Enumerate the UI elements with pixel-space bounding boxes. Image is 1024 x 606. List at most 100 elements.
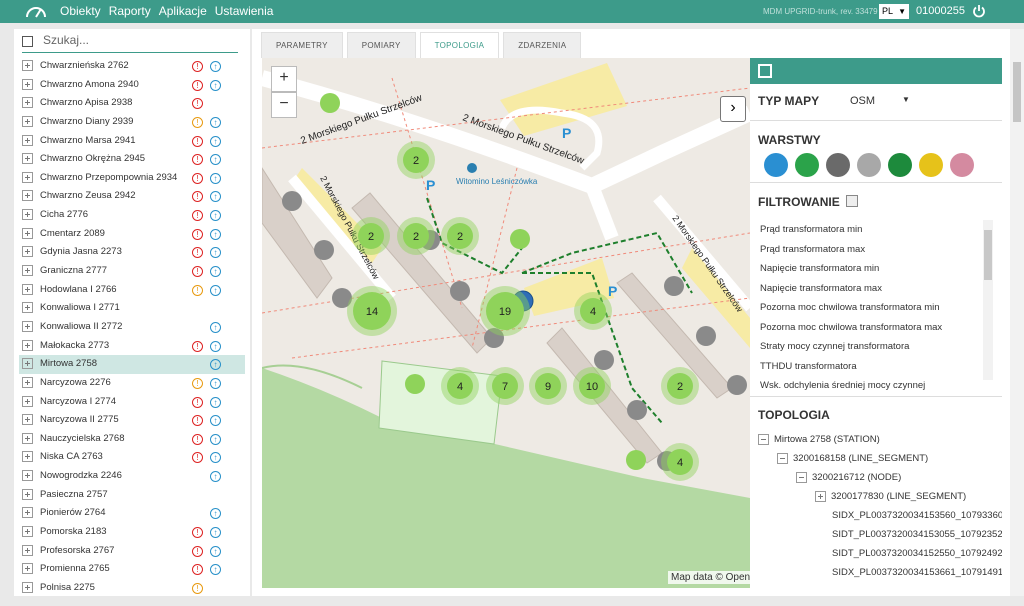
alert-icon[interactable]: !	[192, 210, 203, 222]
node-marker-grey[interactable]	[727, 375, 747, 395]
filter-item[interactable]: Napięcie transformatora min	[760, 259, 982, 279]
station-list-item[interactable]: Polnisa 2275!	[19, 579, 245, 596]
alert-icon[interactable]: !	[192, 61, 203, 72]
filter-item[interactable]: Wsk. odchylenia średniej mocy czynnej	[760, 376, 982, 396]
alert-icon[interactable]: !	[192, 377, 203, 389]
expand-icon[interactable]	[22, 581, 33, 593]
info-icon[interactable]: ↑	[210, 415, 221, 427]
node-marker-green[interactable]	[626, 450, 646, 470]
station-list-item[interactable]: Profesorska 2767! ↑	[19, 542, 245, 561]
info-icon[interactable]: ↑	[210, 116, 221, 128]
cluster-marker[interactable]: 10	[573, 367, 611, 405]
cluster-marker[interactable]: 7	[486, 367, 524, 405]
layer-toggle-1[interactable]	[764, 153, 788, 177]
station-list-item[interactable]: Narcyzowa I 2774! ↑	[19, 393, 245, 412]
tab-pomiary[interactable]: POMIARY	[346, 32, 416, 58]
info-icon[interactable]: ↑	[210, 135, 221, 147]
expand-icon[interactable]	[22, 227, 33, 239]
language-select[interactable]: PL ▼	[879, 4, 909, 19]
cluster-marker[interactable]: 2	[397, 141, 435, 179]
alert-icon[interactable]: !	[192, 266, 203, 278]
zoom-out-button[interactable]: −	[271, 92, 297, 118]
cluster-marker[interactable]: 4	[661, 443, 699, 481]
info-icon[interactable]: ↑	[210, 471, 221, 483]
station-list-item[interactable]: Nauczycielska 2768! ↑	[19, 430, 245, 449]
collapse-icon[interactable]	[796, 472, 807, 483]
alert-icon[interactable]: !	[192, 396, 203, 408]
node-marker-green[interactable]	[405, 374, 425, 394]
alert-icon[interactable]: !	[192, 284, 203, 296]
node-marker-grey[interactable]	[594, 350, 614, 370]
expand-icon[interactable]	[22, 283, 33, 295]
alert-icon[interactable]: !	[192, 154, 203, 166]
expand-icon[interactable]	[22, 209, 33, 221]
cluster-marker[interactable]: 2	[441, 217, 479, 255]
expand-icon[interactable]	[22, 544, 33, 556]
expand-icon[interactable]	[22, 376, 33, 388]
filter-item[interactable]: Pozorna moc chwilowa transformatora max	[760, 318, 982, 338]
station-list-item[interactable]: Hodowlana I 2766! ↑	[19, 281, 245, 300]
zoom-in-button[interactable]: +	[271, 66, 297, 92]
tab-zdarzenia[interactable]: ZDARZENIA	[503, 32, 582, 58]
station-list-item[interactable]: Pomorska 2183! ↑	[19, 523, 245, 542]
station-list-item[interactable]: Mirtowa 2758 ↑	[19, 355, 245, 374]
cluster-marker[interactable]: 2	[352, 217, 390, 255]
info-icon[interactable]: ↑	[210, 433, 221, 445]
expand-icon[interactable]	[22, 451, 33, 463]
info-icon[interactable]: ↑	[210, 266, 221, 278]
node-marker-grey[interactable]	[314, 240, 334, 260]
alert-icon[interactable]: !	[192, 564, 203, 576]
layer-toggle-5[interactable]	[888, 153, 912, 177]
expand-icon[interactable]	[22, 153, 33, 165]
topology-node[interactable]: 3200216712 (NODE)	[758, 468, 1002, 487]
dashboard-logo-icon[interactable]	[25, 3, 47, 19]
filter-item[interactable]: TTHDU transformatora	[760, 357, 982, 377]
expand-icon[interactable]	[758, 64, 772, 78]
cluster-marker[interactable]: 9	[529, 367, 567, 405]
topology-node[interactable]: SIDT_PL0037320034153055_10792352	[758, 525, 1002, 544]
node-marker-grey[interactable]	[664, 276, 684, 296]
info-icon[interactable]: ↑	[210, 359, 221, 371]
station-list-item[interactable]: Konwaliowa I 2771	[19, 299, 245, 318]
layer-toggle-2[interactable]	[795, 153, 819, 177]
info-icon[interactable]: ↑	[210, 321, 221, 333]
expand-icon[interactable]	[22, 60, 33, 71]
collapse-icon[interactable]	[777, 453, 788, 464]
topology-map[interactable]: 2 Morskiego Pułku Strzelców 2 Morskiego …	[262, 58, 750, 588]
info-icon[interactable]: ↑	[210, 284, 221, 296]
topology-node[interactable]: SIDT_PL0037320034152550_10792492	[758, 544, 1002, 563]
station-list-item[interactable]: Chwarzno Zeusa 2942! ↑	[19, 187, 245, 206]
station-list-item[interactable]: Gdynia Jasna 2273! ↑	[19, 243, 245, 262]
info-icon[interactable]: ↑	[210, 396, 221, 408]
expand-icon[interactable]	[22, 488, 33, 500]
alert-icon[interactable]: !	[192, 172, 203, 184]
expand-icon[interactable]	[22, 115, 33, 127]
expand-icon[interactable]	[22, 395, 33, 407]
tab-topologia[interactable]: TOPOLOGIA	[419, 32, 500, 58]
station-list-item[interactable]: Chwarznieńska 2762! ↑	[19, 57, 245, 76]
expand-icon[interactable]	[22, 470, 33, 482]
alert-icon[interactable]: !	[192, 545, 203, 557]
alert-icon[interactable]: !	[192, 433, 203, 445]
alert-icon[interactable]: !	[192, 135, 203, 147]
info-icon[interactable]: ↑	[210, 340, 221, 352]
info-icon[interactable]: ↑	[210, 228, 221, 240]
expand-icon[interactable]	[22, 414, 33, 426]
collapse-icon[interactable]	[758, 434, 769, 445]
station-list-item[interactable]: Cicha 2776! ↑	[19, 206, 245, 225]
power-icon[interactable]	[972, 4, 986, 18]
station-list-item[interactable]: Chwarzno Przepompownia 2934! ↑	[19, 169, 245, 188]
menu-ustawienia[interactable]: Ustawienia	[215, 0, 274, 23]
filter-item[interactable]: Prąd transformatora min	[760, 220, 982, 240]
expand-icon[interactable]	[22, 190, 33, 202]
station-list-item[interactable]: Małokacka 2773! ↑	[19, 337, 245, 356]
expand-icon[interactable]	[22, 339, 33, 351]
search-input[interactable]: Szukaj...	[43, 33, 89, 47]
panel-toggle-button[interactable]: ›	[720, 96, 746, 122]
expand-icon[interactable]	[815, 491, 826, 502]
station-list-item[interactable]: Cmentarz 2089! ↑	[19, 225, 245, 244]
expand-icon[interactable]	[22, 526, 33, 538]
filter-item[interactable]: Napięcie transformatora max	[760, 279, 982, 299]
expand-icon[interactable]	[22, 302, 33, 314]
expand-icon[interactable]	[22, 358, 33, 370]
